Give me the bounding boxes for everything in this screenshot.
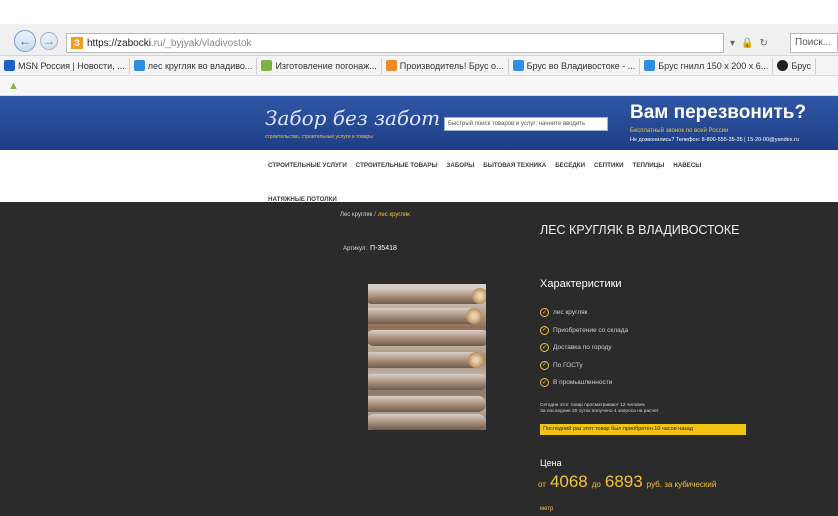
- command-bar: ▲: [0, 76, 838, 96]
- characteristics-list: ✓ лес кругляк ✓ Приобретение со склада ✓ До…: [540, 304, 628, 392]
- article-number: Артикул: П-35418: [343, 245, 397, 252]
- check-icon: ✓: [540, 360, 549, 370]
- log-end-shape: [472, 288, 486, 304]
- browser-search-input[interactable]: Поиск...: [790, 33, 838, 53]
- menu-item-construction-goods[interactable]: СТРОИТЕЛЬНЫЕ ТОВАРЫ: [356, 162, 438, 169]
- check-icon: ✓: [540, 343, 549, 353]
- breadcrumb-root[interactable]: Лес кругляк: [340, 212, 372, 218]
- site-header: Забор без забот строительство, строитель…: [0, 96, 838, 150]
- callback-subtitle: Бесплатный звонок по всей России: [630, 128, 729, 134]
- price-unit: руб. за кубический: [646, 480, 717, 489]
- favorites-bar: MSN Россия | Новости, ... лес кругляк во…: [0, 56, 838, 76]
- article-label: Артикул:: [343, 246, 368, 252]
- log-shape: [368, 396, 486, 412]
- search-dropdown-icon[interactable]: ▾: [730, 38, 735, 49]
- menu-item-fences[interactable]: ЗАБОРЫ: [447, 162, 475, 169]
- price-row: от 4068 до 6893 руб. за кубический: [538, 472, 716, 492]
- list-item: ✓ Приобретение со склада: [540, 325, 629, 335]
- menu-row: СТРОИТЕЛЬНЫЕ УСЛУГИ СТРОИТЕЛЬНЫЕ ТОВАРЫ …: [268, 162, 701, 169]
- lock-icon[interactable]: 🔒: [741, 38, 753, 49]
- page-icon: [777, 60, 789, 71]
- favorite-link[interactable]: Брус: [773, 57, 817, 74]
- menu-item-greenhouses[interactable]: ТЕПЛИЦЫ: [633, 162, 665, 169]
- favorite-link[interactable]: Производитель! Брус о...: [382, 57, 509, 74]
- favorite-link[interactable]: Брус гнилл 150 х 200 х 6...: [640, 57, 774, 74]
- list-item: ✓ По ГОСТу: [540, 360, 583, 370]
- favorite-link[interactable]: лес кругляк во владиво...: [130, 57, 258, 74]
- log-shape: [368, 288, 484, 304]
- check-icon: ✓: [540, 378, 549, 388]
- log-end-shape: [468, 352, 484, 368]
- address-tools: ▾ 🔒 ↻: [730, 33, 790, 53]
- product-image[interactable]: [368, 284, 486, 430]
- menu-item-gazebos[interactable]: БЕСЕДКИ: [555, 162, 585, 169]
- price-unit-continued: метр: [540, 506, 554, 512]
- log-shape: [368, 330, 486, 346]
- menu-item-appliances[interactable]: БЫТОВАЯ ТЕХНИКА: [483, 162, 546, 169]
- url-path: .ru/_byjyak/vladivostok: [150, 37, 252, 49]
- price-min: 4068: [549, 472, 588, 491]
- price-heading: Цена: [540, 458, 562, 468]
- search-icon: [512, 60, 524, 71]
- favorite-link[interactable]: Брус во Владивостоке - ...: [509, 57, 641, 74]
- list-item: ✓ Доставка по городу: [540, 343, 612, 353]
- check-icon: ✓: [540, 308, 549, 318]
- favorite-link[interactable]: MSN Россия | Новости, ...: [0, 57, 130, 74]
- search-icon: [644, 60, 656, 71]
- views-note: Сегодня этот товар просматривают 12 чело…: [540, 403, 659, 415]
- article-value: П-35418: [370, 245, 397, 252]
- breadcrumb-separator: /: [374, 212, 376, 218]
- callback-contacts: Не дозвонились? Телефон: 8-800-555-35-35…: [630, 137, 799, 143]
- refresh-icon[interactable]: ↻: [759, 38, 767, 49]
- breadcrumb: Лес кругляк / лес кругляк: [340, 212, 410, 218]
- web-page: Забор без забот строительство, строитель…: [0, 96, 838, 516]
- list-item: ✓ В промышленности: [540, 378, 613, 388]
- site-logo[interactable]: Забор без забот: [265, 106, 440, 130]
- url-host: https://zabocki: [87, 37, 151, 49]
- menu-item-construction-services[interactable]: СТРОИТЕЛЬНЫЕ УСЛУГИ: [268, 162, 347, 169]
- main-menu: СТРОИТЕЛЬНЫЕ УСЛУГИ СТРОИТЕЛЬНЫЕ ТОВАРЫ …: [0, 150, 838, 203]
- site-favicon-icon: З: [71, 37, 83, 49]
- logo-tagline: строительство, строительные услуги и тов…: [265, 134, 373, 140]
- callback-title[interactable]: Вам перезвонить?: [630, 102, 806, 124]
- page-icon: [385, 60, 397, 71]
- log-end-shape: [466, 308, 482, 324]
- home-icon[interactable]: ▲: [8, 80, 20, 92]
- site-search-input[interactable]: Быстрый поиск товаров и услуг: начните в…: [444, 117, 608, 131]
- address-bar[interactable]: З https://zabocki .ru/_byjyak/vladivostok: [66, 33, 724, 53]
- menu-item-canopies[interactable]: НАВЕСЫ: [673, 162, 701, 169]
- product-section: Лес кругляк / лес кругляк Артикул: П-35418 …: [0, 202, 838, 516]
- back-button[interactable]: ←: [14, 30, 36, 52]
- price-from-label: от: [538, 480, 546, 489]
- requests-note-line: За последние 30 суток получено 4 запроса…: [540, 409, 659, 414]
- log-shape: [368, 352, 484, 368]
- forward-button[interactable]: →: [40, 32, 58, 50]
- price-to-label: до: [591, 480, 601, 489]
- check-icon: ✓: [540, 325, 549, 335]
- product-title: ЛЕС КРУГЛЯК В ВЛАДИВОСТОКЕ: [540, 223, 740, 237]
- characteristics-heading: Характеристики: [540, 278, 622, 290]
- menu-item-septics[interactable]: СЕПТИКИ: [594, 162, 624, 169]
- favorite-link[interactable]: Изготовление погонаж...: [257, 57, 382, 74]
- log-shape: [368, 374, 486, 390]
- log-shape: [368, 414, 486, 430]
- arrow-left-icon: ←: [19, 34, 31, 48]
- last-purchase-banner: Последний раз этот товар был приобретен …: [540, 424, 746, 435]
- search-icon: [133, 60, 145, 71]
- breadcrumb-current: лес кругляк: [377, 212, 410, 218]
- msn-icon: [4, 60, 15, 71]
- log-shape: [368, 308, 478, 324]
- window-titlebar: [0, 0, 838, 24]
- price-max: 6893: [604, 472, 643, 491]
- arrow-right-icon: →: [43, 34, 55, 48]
- page-icon: [261, 60, 273, 71]
- list-item: ✓ лес кругляк: [540, 308, 588, 318]
